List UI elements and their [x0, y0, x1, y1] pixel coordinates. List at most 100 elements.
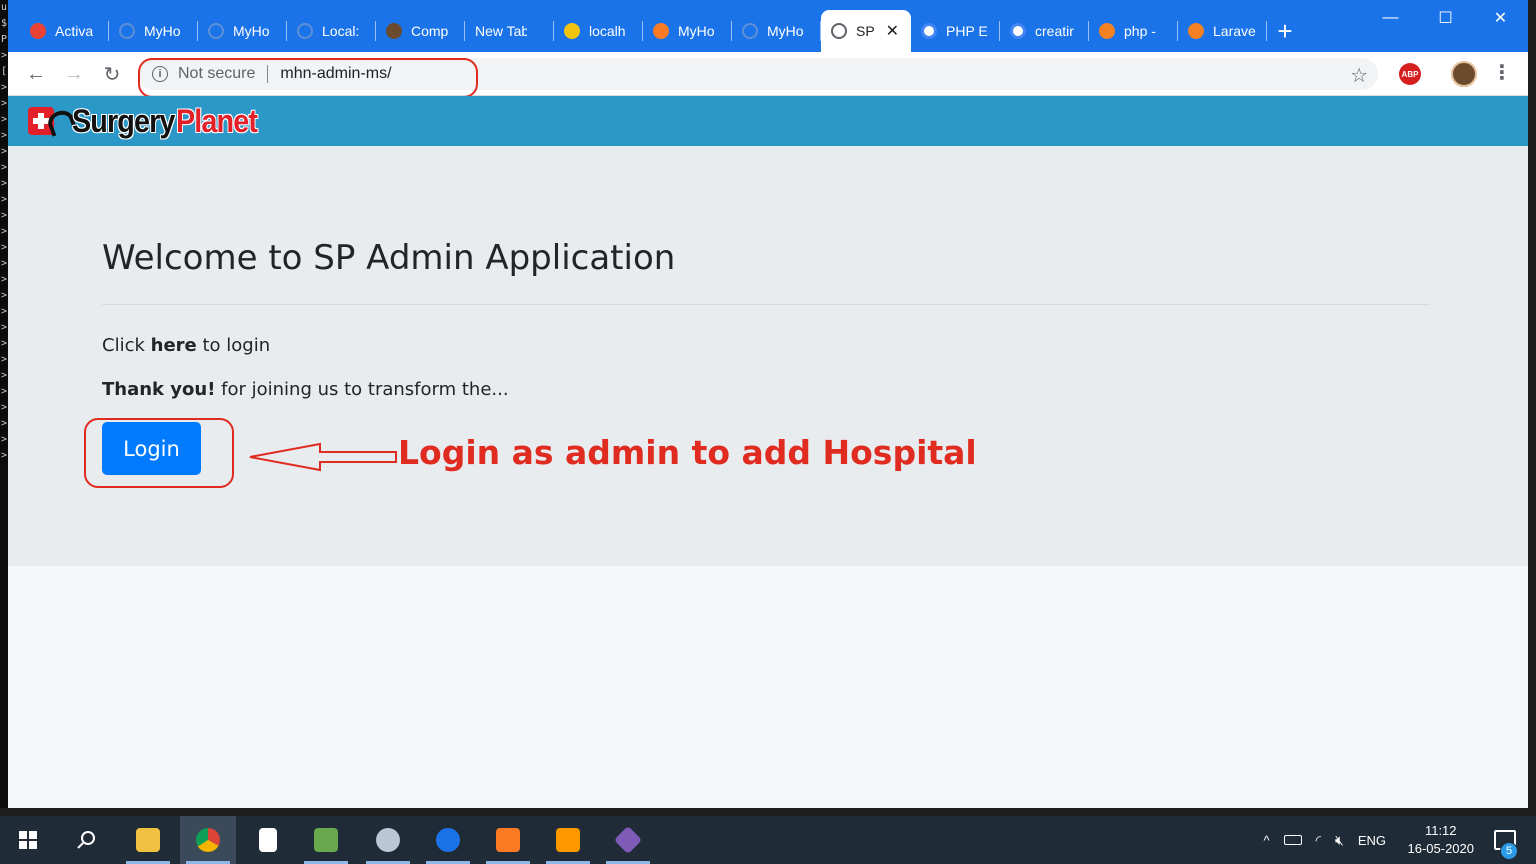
window-controls: — ☐ ✕ [1363, 0, 1528, 36]
tab-label: localh [589, 23, 626, 39]
globe-icon [742, 23, 758, 39]
forward-button[interactable]: → [60, 60, 88, 88]
taskbar-image-editor[interactable] [298, 816, 354, 864]
laravel-icon [564, 23, 580, 39]
google-icon [921, 23, 937, 39]
bookmark-star-icon[interactable]: ☆ [1350, 63, 1368, 88]
sublime-icon [556, 828, 580, 852]
here-link[interactable]: here [151, 335, 197, 356]
new-tab-button[interactable]: + [1267, 10, 1303, 52]
tab-label: MyHo [767, 23, 804, 39]
language-indicator[interactable]: ENG [1358, 833, 1386, 848]
tab-label: php - [1124, 23, 1156, 39]
tab-label: Local: [322, 23, 360, 39]
stackoverflow-icon [1099, 23, 1115, 39]
annotation-url-highlight [138, 58, 478, 98]
close-window-button[interactable]: ✕ [1473, 0, 1528, 36]
globe-icon [831, 23, 847, 39]
battery-icon[interactable] [1283, 835, 1302, 845]
browser-menu-icon[interactable]: ⋮ [1492, 62, 1512, 84]
tab-strip: Activa MyHo MyHo Local: Comp New Tab localh MyH… [8, 0, 1528, 52]
tab-label: Activa [55, 23, 94, 39]
clock[interactable]: 11:12 16-05-2020 [1408, 822, 1475, 858]
taskbar-chrome[interactable] [180, 816, 236, 864]
taskbar-file-explorer[interactable] [120, 816, 176, 864]
notepad-icon [259, 828, 277, 852]
browser-tab[interactable]: MyHo [109, 10, 198, 52]
tab-list: Activa MyHo MyHo Local: Comp New Tab localh MyH… [20, 10, 1303, 52]
reload-button[interactable]: ↻ [98, 60, 126, 88]
browser-tab[interactable]: MyHo [643, 10, 732, 52]
browser-tab[interactable]: Comp [376, 10, 465, 52]
xampp-icon [496, 828, 520, 852]
medical-cross-icon [28, 105, 77, 137]
chrome-icon [196, 828, 220, 852]
browser-tab[interactable]: MyHo [732, 10, 821, 52]
system-tray: ^ ◜ 🔇︎ ENG [1263, 816, 1386, 864]
git-icon [613, 825, 643, 855]
annotation-arrow-icon [249, 442, 397, 472]
tray-expand-icon[interactable]: ^ [1263, 833, 1269, 848]
forward-arrow-icon: → [64, 62, 84, 85]
composer-icon [386, 23, 402, 39]
browser-tab[interactable]: Local: [287, 10, 376, 52]
globe-icon [297, 23, 313, 39]
windows-start-button[interactable] [0, 816, 56, 864]
xampp-icon [653, 23, 669, 39]
taskbar-sublime[interactable] [540, 816, 596, 864]
tab-label: MyHo [678, 23, 715, 39]
gmail-icon [30, 23, 46, 39]
browser-tab[interactable]: PHP E [911, 10, 1000, 52]
back-button[interactable]: ← [22, 60, 50, 88]
site-header: Surgery Planet [8, 96, 1528, 146]
tab-label: Larave [1213, 23, 1256, 39]
stackoverflow-icon [1188, 23, 1204, 39]
browser-tab[interactable]: localh [554, 10, 643, 52]
maps-icon [436, 828, 460, 852]
browser-window: Activa MyHo MyHo Local: Comp New Tab localh MyH… [8, 0, 1528, 808]
thank-you-text: Thank you! for joining us to transform t… [102, 379, 509, 400]
thank-you-rest: for joining us to transform the... [215, 379, 509, 400]
clock-date: 16-05-2020 [1407, 841, 1475, 856]
tab-label: MyHo [144, 23, 181, 39]
taskbar-xampp[interactable] [480, 816, 536, 864]
clock-time: 11:12 [1424, 823, 1457, 838]
taskbar-paint[interactable] [360, 816, 416, 864]
taskbar-notepad[interactable] [240, 816, 296, 864]
browser-tab[interactable]: SP ✕ [821, 10, 911, 52]
adblock-plus-icon[interactable]: ABP [1399, 63, 1421, 85]
browser-tab[interactable]: New Tab [465, 10, 554, 52]
tab-label: MyHo [233, 23, 270, 39]
login-prompt-post: to login [196, 335, 271, 356]
logo-text-surgery: Surgery [72, 102, 175, 139]
maximize-button[interactable]: ☐ [1418, 0, 1473, 36]
divider [102, 304, 1430, 305]
minimize-button[interactable]: — [1363, 0, 1418, 36]
search-button[interactable] [58, 816, 114, 864]
annotation-login-highlight [84, 418, 234, 488]
logo-text-planet: Planet [175, 102, 258, 139]
search-icon [77, 831, 95, 849]
browser-tab[interactable]: php - [1089, 10, 1178, 52]
windows-start-icon [19, 831, 37, 849]
browser-tab[interactable]: MyHo [198, 10, 287, 52]
notification-count-badge: 5 [1500, 842, 1518, 860]
tab-label: creatir [1035, 23, 1074, 39]
login-prompt: Click here to login [102, 335, 270, 356]
volume-muted-icon[interactable]: 🔇︎ [1335, 832, 1344, 849]
paint-icon [376, 828, 400, 852]
close-tab-icon[interactable]: ✕ [886, 21, 899, 41]
surgery-planet-logo[interactable]: Surgery Planet [28, 102, 266, 139]
wifi-icon[interactable]: ◜ [1316, 832, 1321, 849]
taskbar-git[interactable] [600, 816, 656, 864]
page-title: Welcome to SP Admin Application [102, 238, 676, 278]
profile-avatar[interactable] [1451, 61, 1477, 87]
globe-icon [208, 23, 224, 39]
globe-icon [119, 23, 135, 39]
browser-tab[interactable]: Activa [20, 10, 109, 52]
windows-taskbar: ^ ◜ 🔇︎ ENG 11:12 16-05-2020 5 [0, 816, 1536, 864]
browser-tab[interactable]: creatir [1000, 10, 1089, 52]
browser-tab[interactable]: Larave [1178, 10, 1267, 52]
back-arrow-icon: ← [26, 62, 46, 85]
taskbar-maps[interactable] [420, 816, 476, 864]
